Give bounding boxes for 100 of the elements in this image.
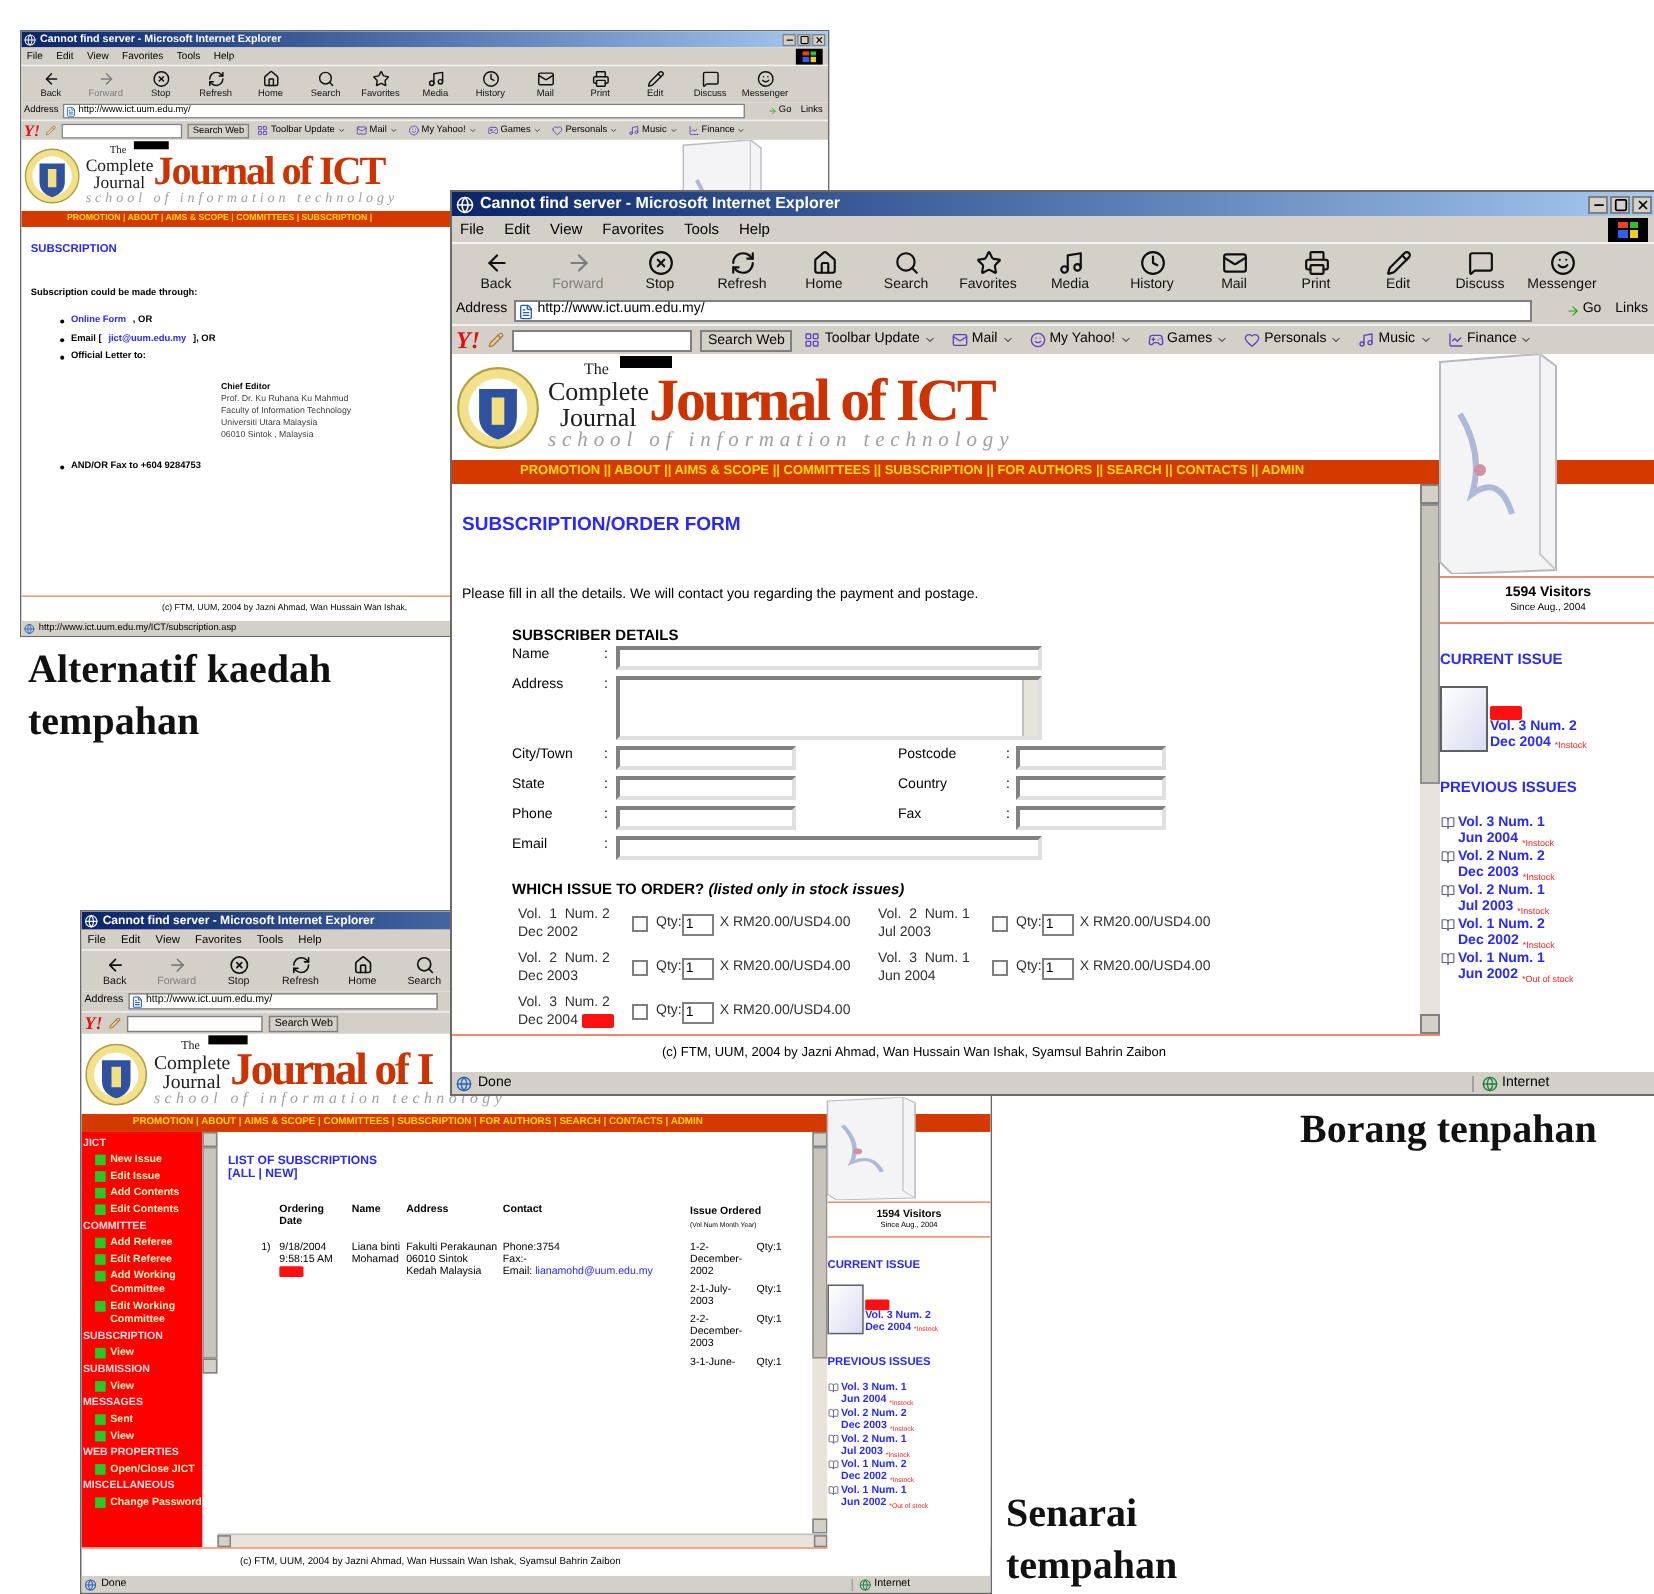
bullet-icon xyxy=(60,464,65,469)
square-bullet-icon xyxy=(95,1204,106,1215)
close-button[interactable] xyxy=(1632,195,1652,213)
checkbox[interactable] xyxy=(632,1004,648,1021)
logo-text: Journal xyxy=(93,173,145,191)
cover-thumbnail xyxy=(1440,686,1488,753)
book-icon xyxy=(1440,850,1456,865)
speech-bubble-icon xyxy=(1467,250,1493,276)
pencil-icon xyxy=(646,70,664,88)
journal-title: Journal of ICT xyxy=(649,374,994,430)
scrollbar[interactable] xyxy=(1022,680,1038,736)
music-icon xyxy=(1358,332,1375,348)
printer-icon xyxy=(591,70,609,88)
scrollbar[interactable] xyxy=(812,1131,828,1534)
input-field[interactable] xyxy=(616,776,796,800)
square-bullet-icon xyxy=(95,1187,106,1199)
refresh-icon xyxy=(729,250,755,276)
square-bullet-icon xyxy=(95,1237,106,1249)
redaction-bar xyxy=(208,1035,248,1045)
pencil-icon xyxy=(1385,250,1411,276)
checkbox[interactable] xyxy=(992,916,1008,933)
caret-icon xyxy=(1419,334,1432,346)
printer-icon xyxy=(1303,250,1329,276)
logo-text: Complete xyxy=(85,155,154,174)
logo-tagline: school of information technology xyxy=(548,430,1015,452)
music-icon xyxy=(426,70,445,88)
gamepad-icon xyxy=(1147,332,1164,348)
scrollbar[interactable] xyxy=(217,1533,828,1548)
close-button[interactable] xyxy=(811,33,826,46)
input-field[interactable] xyxy=(1016,746,1166,770)
maximize-button[interactable] xyxy=(797,33,811,46)
mail-icon xyxy=(951,332,968,348)
arrow-left-icon xyxy=(483,250,509,276)
yahoo-logo: Y! xyxy=(84,1014,103,1033)
mail-icon xyxy=(1221,250,1247,276)
page-heading: SUBSCRIPTION/ORDER FORM xyxy=(462,512,741,540)
window-title: Cannot find server - Microsoft Internet Explorer xyxy=(480,196,841,212)
home-icon xyxy=(811,250,837,276)
windows-logo-icon xyxy=(1608,217,1648,241)
square-bullet-icon xyxy=(95,1414,106,1425)
heart-icon xyxy=(1244,332,1261,348)
input-field[interactable] xyxy=(616,806,796,830)
star-icon xyxy=(975,250,1001,276)
square-bullet-icon xyxy=(95,1270,106,1282)
square-bullet-icon xyxy=(95,1381,106,1392)
logo-text: Complete xyxy=(548,378,650,404)
scrollbar[interactable] xyxy=(202,1131,218,1374)
input-field[interactable] xyxy=(616,646,1042,670)
speech-bubble-icon xyxy=(701,70,719,88)
caret-icon xyxy=(1520,334,1533,346)
redaction-bar xyxy=(620,356,672,368)
refresh-icon xyxy=(206,70,225,88)
checkbox[interactable] xyxy=(632,960,648,977)
input-field[interactable] xyxy=(616,836,1042,860)
checkbox[interactable] xyxy=(632,916,648,933)
book-icon xyxy=(1440,884,1456,899)
star-icon xyxy=(371,70,390,88)
search-icon xyxy=(414,955,435,975)
clock-icon xyxy=(481,70,500,88)
input-field[interactable] xyxy=(1016,806,1166,830)
grid-icon xyxy=(804,332,821,348)
bullet-icon xyxy=(60,355,65,360)
maximize-icon xyxy=(1613,197,1627,211)
bullet-icon xyxy=(60,337,65,342)
search-field[interactable] xyxy=(126,1014,263,1032)
logo-text: The xyxy=(582,362,609,378)
chart-icon xyxy=(1447,332,1464,348)
pencil-icon xyxy=(488,332,504,348)
square-bullet-icon xyxy=(95,1430,106,1442)
arrow-right-icon xyxy=(97,70,115,88)
input-field[interactable] xyxy=(1016,776,1166,800)
caption-text: Senarai tempahan xyxy=(1006,1490,1180,1592)
search-field[interactable] xyxy=(512,329,692,351)
globe-icon xyxy=(1482,1075,1498,1091)
yahoo-logo: Y! xyxy=(24,122,41,139)
checkbox[interactable] xyxy=(992,960,1008,977)
music-icon xyxy=(1057,250,1083,276)
smiley-icon xyxy=(1029,332,1046,348)
minimize-button[interactable] xyxy=(1588,195,1608,213)
globe-icon xyxy=(456,195,474,213)
text-area[interactable] xyxy=(616,676,1042,740)
yahoo-logo: Y! xyxy=(456,328,480,352)
maximize-button[interactable] xyxy=(1610,195,1630,213)
redaction-bar xyxy=(133,141,169,150)
arrow-right-icon xyxy=(1566,304,1581,318)
search-field[interactable] xyxy=(61,123,183,138)
input-field[interactable] xyxy=(616,746,796,770)
arrow-left-icon xyxy=(42,70,60,88)
caret-icon xyxy=(1119,334,1132,346)
scrollbar[interactable] xyxy=(1420,484,1440,1034)
mail-icon xyxy=(536,70,554,88)
clock-icon xyxy=(1139,250,1165,276)
cover-thumbnail xyxy=(827,1284,864,1335)
square-bullet-icon xyxy=(95,1301,106,1312)
smiley-icon xyxy=(1549,250,1575,276)
caret-icon xyxy=(923,334,936,346)
square-bullet-icon xyxy=(95,1254,106,1265)
minimize-button[interactable] xyxy=(782,33,796,46)
book-icon xyxy=(1440,952,1456,967)
journal-title: Journal of I xyxy=(230,1048,433,1092)
